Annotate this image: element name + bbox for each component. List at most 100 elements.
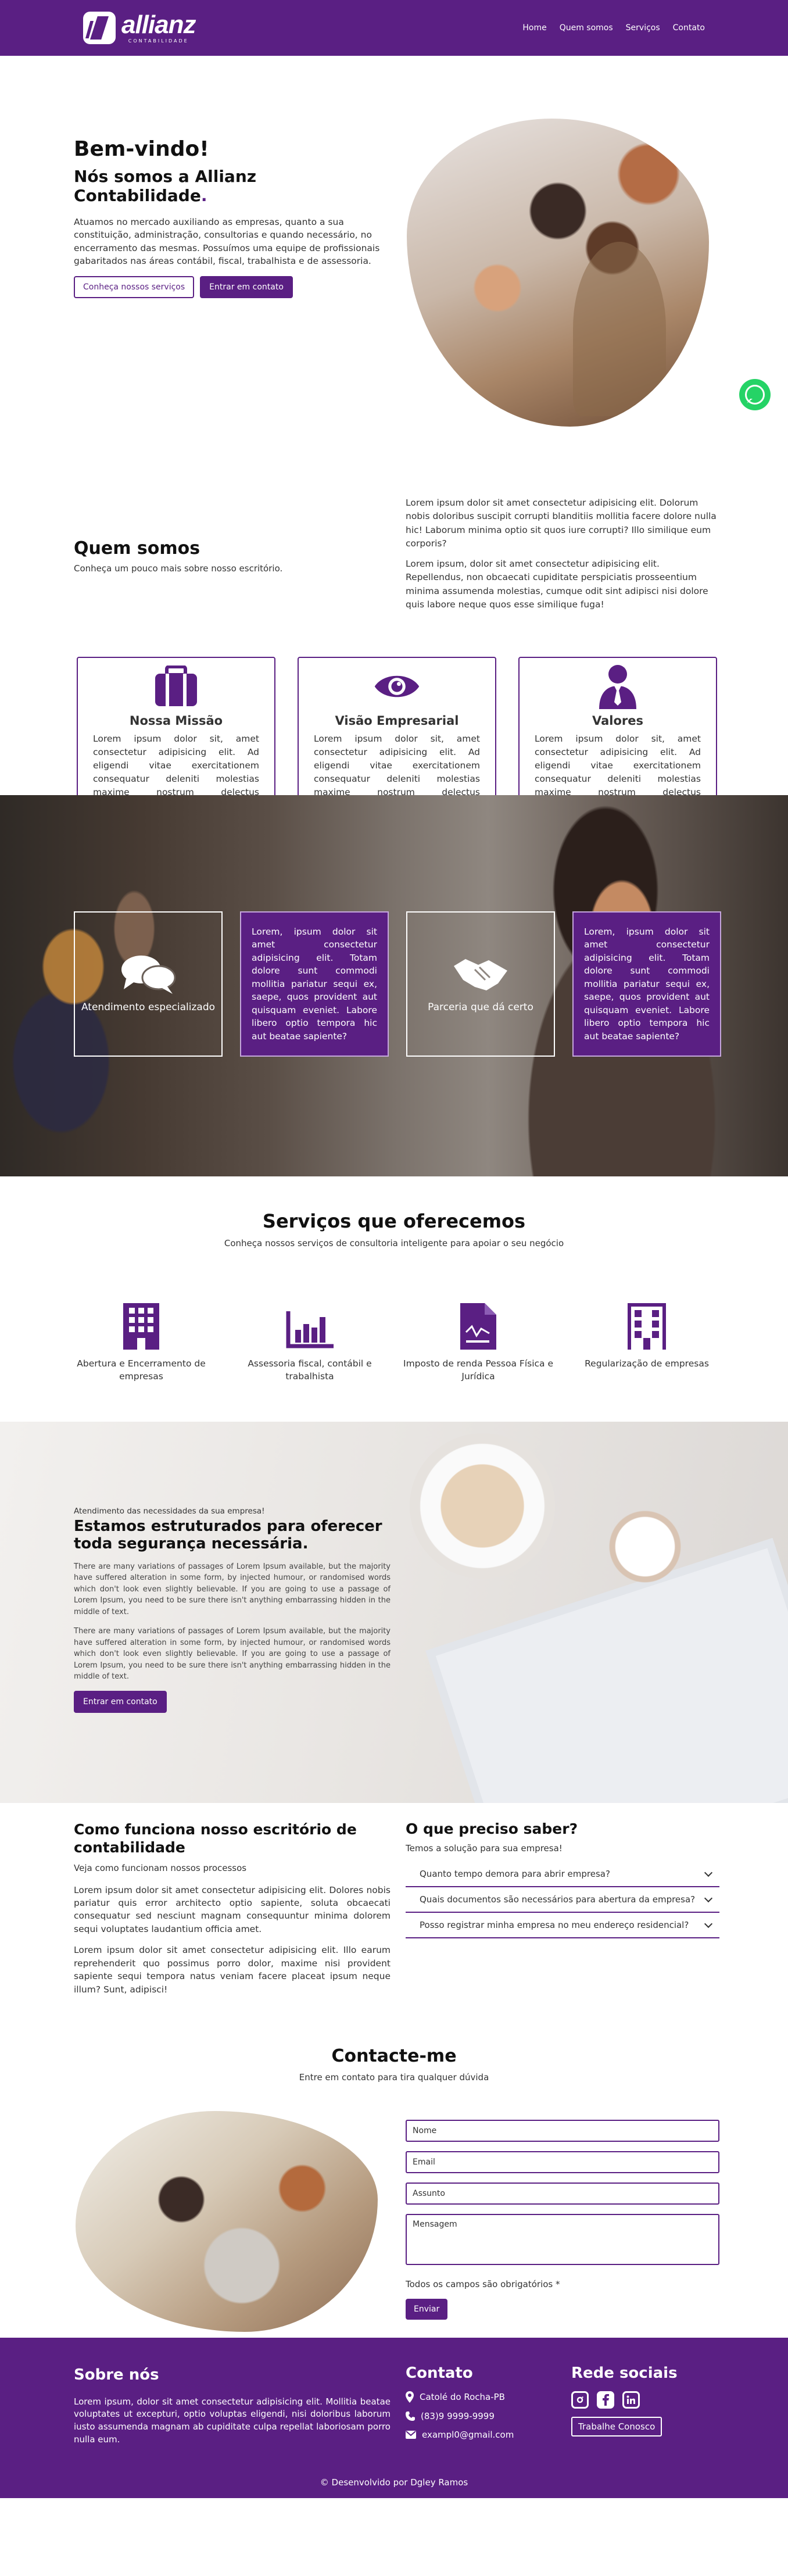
- how-title: Como funciona nosso escritório de contab…: [74, 1821, 357, 1856]
- footer-phone: (83)9 9999-9999: [421, 2411, 495, 2421]
- partnership-label: Parceria que dá certo: [428, 1001, 533, 1013]
- service-label: Regularização de empresas: [585, 1358, 709, 1369]
- instagram-icon[interactable]: [571, 2391, 589, 2409]
- nav-links: Home Quem somos Serviços Contato: [522, 23, 705, 33]
- name-field[interactable]: [406, 2120, 719, 2142]
- contact-button[interactable]: Entrar em contato: [200, 276, 293, 298]
- faq-question: Posso registrar minha empresa no meu end…: [420, 1920, 689, 1930]
- faq-question: Quanto tempo demora para abrir empresa?: [420, 1869, 610, 1879]
- service-item-assessoria: Assessoria fiscal, contábil e trabalhist…: [231, 1301, 388, 1383]
- office-banner: Atendimento especializado Lorem, ipsum d…: [0, 795, 788, 1176]
- location-pin-icon: [406, 2391, 414, 2403]
- contact-team-image: [76, 2111, 378, 2332]
- logo-name: allianz: [121, 10, 196, 39]
- contact-title: Contacte-me: [331, 2046, 457, 2066]
- faq-item[interactable]: Quais documentos são necessários para ab…: [406, 1887, 719, 1913]
- eye-icon: [374, 664, 420, 709]
- nav-link-quem-somos[interactable]: Quem somos: [560, 23, 613, 33]
- service-label: Assessoria fiscal, contábil e trabalhist…: [248, 1358, 372, 1382]
- about-title: Quem somos: [74, 538, 200, 559]
- structured-paragraph-1: There are many variations of passages of…: [74, 1562, 391, 1616]
- services-section: Serviços que oferecemos Conheça nossos s…: [0, 1176, 788, 1422]
- email-field[interactable]: [406, 2151, 719, 2173]
- footer-social-title: Rede sociais: [571, 2364, 678, 2382]
- structured-paragraph-2: There are many variations of passages of…: [74, 1627, 391, 1681]
- document-icon: [400, 1301, 557, 1350]
- values-card-title: Valores: [592, 714, 643, 728]
- footer: Sobre nós Lorem ipsum, dolor sit amet co…: [0, 2338, 788, 2498]
- service-item-imposto: Imposto de renda Pessoa Física e Jurídic…: [400, 1301, 557, 1383]
- footer-email[interactable]: exampl0@gmail.com: [422, 2430, 514, 2440]
- about-subtitle: Conheça um pouco mais sobre nosso escrit…: [74, 563, 283, 574]
- specialized-service-tile: Atendimento especializado: [74, 911, 223, 1057]
- how-subtitle: Veja como funcionam nossos processos: [74, 1862, 247, 1873]
- about-paragraph-2: Lorem ipsum, dolor sit amet consectetur …: [406, 559, 708, 610]
- faq-question: Quais documentos são necessários para ab…: [420, 1894, 696, 1905]
- hero-title: Bem-vindo!: [74, 137, 209, 161]
- services-title: Serviços que oferecemos: [262, 1210, 526, 1232]
- hero-description: Atuamos no mercado auxiliando as empresa…: [74, 217, 380, 267]
- how-paragraph-1: Lorem ipsum dolor sit amet consectetur a…: [74, 1884, 391, 1934]
- work-with-us-button[interactable]: Trabalhe Conosco: [571, 2417, 662, 2437]
- building-icon: [63, 1301, 220, 1350]
- logo-icon: [83, 12, 116, 44]
- hero-subtitle-text: Nós somos a Allianz Contabilidade: [74, 167, 257, 205]
- hero-section: Bem-vindo! Nós somos a Allianz Contabili…: [0, 56, 788, 427]
- specialized-service-label: Atendimento especializado: [81, 1001, 216, 1013]
- structured-title: Estamos estruturados para oferecer toda …: [74, 1518, 382, 1552]
- faq-subtitle: Temos a solução para sua empresa!: [406, 1843, 563, 1854]
- message-field[interactable]: [406, 2214, 719, 2265]
- hero-subtitle-dot: .: [200, 186, 207, 205]
- nav-link-home[interactable]: Home: [522, 23, 546, 33]
- logo-subtitle: CONTABILIDADE: [128, 38, 189, 44]
- navbar: allianz CONTABILIDADE Home Quem somos Se…: [0, 0, 788, 56]
- contact-subtitle: Entre em contato para tira qualquer dúvi…: [299, 2072, 489, 2083]
- footer-about-text: Lorem ipsum, dolor sit amet consectetur …: [74, 2396, 391, 2445]
- bar-chart-icon: [231, 1301, 388, 1350]
- service-item-abertura: Abertura e Encerramento de empresas: [63, 1301, 220, 1383]
- how-it-works-section: Como funciona nosso escritório de contab…: [0, 1803, 788, 2024]
- chat-bubbles-icon: [121, 955, 176, 994]
- contact-section: Contacte-me Entre em contato para tira q…: [0, 2024, 788, 2338]
- faq-item[interactable]: Quanto tempo demora para abrir empresa?: [406, 1862, 719, 1887]
- footer-contact-title: Contato: [406, 2364, 473, 2382]
- vision-card-title: Visão Empresarial: [335, 714, 459, 728]
- logo[interactable]: allianz CONTABILIDADE: [83, 12, 196, 44]
- hero-subtitle: Nós somos a Allianz Contabilidade.: [74, 167, 382, 205]
- faq-item[interactable]: Posso registrar minha empresa no meu end…: [406, 1913, 719, 1938]
- contact-form: Todos os campos são obrigatórios * Envia…: [406, 2120, 719, 2320]
- businessman-icon: [594, 664, 641, 709]
- service-item-regularizacao: Regularização de empresas: [568, 1301, 725, 1383]
- structured-section: Atendimento das necessidades da sua empr…: [0, 1422, 788, 1803]
- chevron-down-icon: [704, 1894, 713, 1903]
- coffee-cup-image: [410, 1433, 555, 1579]
- service-label: Abertura e Encerramento de empresas: [77, 1358, 206, 1382]
- about-section: Quem somos Conheça um pouco mais sobre n…: [0, 405, 788, 840]
- briefcase-icon: [153, 664, 199, 709]
- footer-city: Catolé do Rocha-PB: [420, 2392, 505, 2402]
- nav-link-contato[interactable]: Contato: [673, 23, 705, 33]
- facebook-icon[interactable]: [597, 2391, 614, 2409]
- nav-link-servicos[interactable]: Serviços: [626, 23, 660, 33]
- partnership-tile: Parceria que dá certo: [406, 911, 555, 1057]
- faq-title: O que preciso saber?: [406, 1820, 578, 1837]
- faq: O que preciso saber? Temos a solução par…: [406, 1820, 719, 1938]
- info-tile-1: Lorem, ipsum dolor sit amet consectetur …: [240, 911, 389, 1057]
- email-icon: [406, 2431, 416, 2439]
- service-label: Imposto de renda Pessoa Física e Jurídic…: [403, 1358, 553, 1382]
- services-button[interactable]: Conheça nossos serviços: [74, 276, 195, 298]
- structured-contact-button[interactable]: Entrar em contato: [74, 1690, 167, 1713]
- services-subtitle: Conheça nossos serviços de consultoria i…: [224, 1238, 564, 1248]
- footer-credits: © Desenvolvido por Dgley Ramos: [320, 2477, 468, 2488]
- about-paragraph-1: Lorem ipsum dolor sit amet consectetur a…: [406, 498, 717, 549]
- chevron-down-icon: [704, 1919, 713, 1929]
- handshake-icon: [454, 958, 507, 990]
- send-button[interactable]: Enviar: [406, 2299, 448, 2320]
- required-note: Todos os campos são obrigatórios *: [406, 2279, 560, 2289]
- info-tile-2: Lorem, ipsum dolor sit amet consectetur …: [572, 911, 721, 1057]
- subject-field[interactable]: [406, 2183, 719, 2205]
- linkedin-icon[interactable]: [622, 2391, 640, 2409]
- structured-kicker: Atendimento das necessidades da sua empr…: [74, 1507, 265, 1516]
- chevron-down-icon: [704, 1868, 713, 1877]
- watch-image: [587, 1468, 703, 1625]
